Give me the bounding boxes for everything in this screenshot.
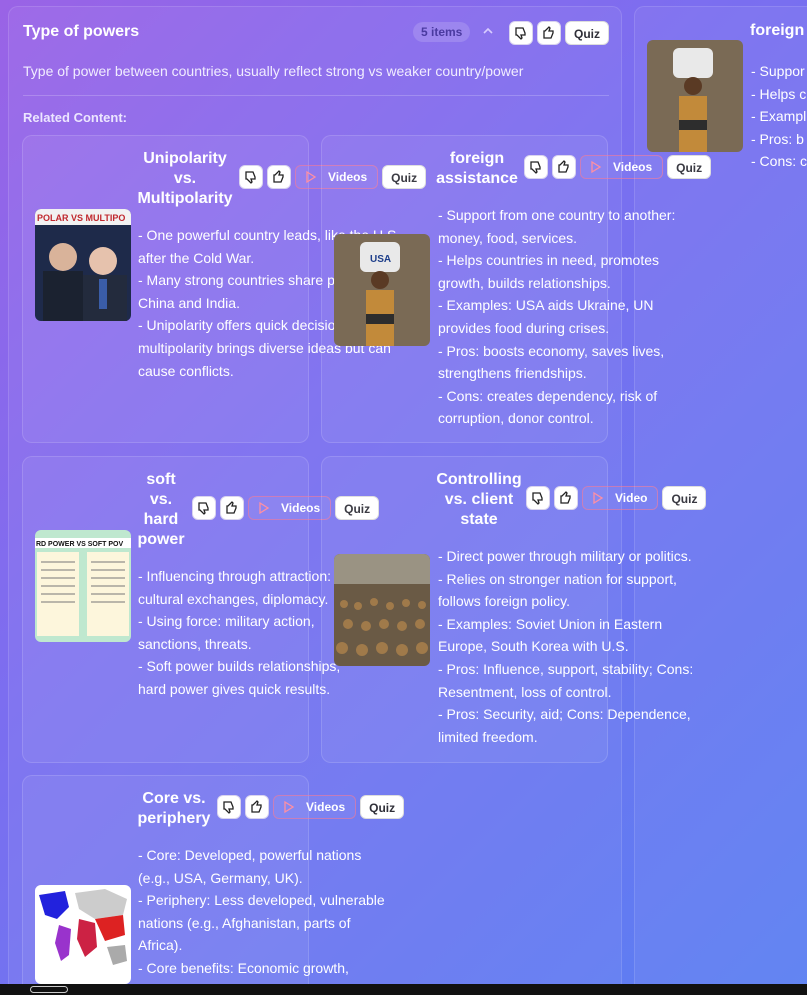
play-icon bbox=[306, 170, 317, 184]
thumbs-up-button[interactable] bbox=[220, 496, 244, 520]
play-icon bbox=[591, 160, 602, 174]
thumbs-down-button[interactable] bbox=[509, 21, 533, 45]
thumbs-up-icon bbox=[251, 800, 262, 813]
thumbs-up-button[interactable] bbox=[537, 21, 561, 45]
side-image bbox=[647, 40, 743, 152]
card-actions: Videos Quiz bbox=[217, 795, 405, 819]
thumbs-up-button[interactable] bbox=[245, 795, 269, 819]
play-icon bbox=[259, 501, 270, 515]
image-caption: USA bbox=[370, 254, 391, 265]
card-image bbox=[35, 885, 131, 984]
thumbs-up-button[interactable] bbox=[554, 486, 578, 510]
thumbs-down-button[interactable] bbox=[239, 165, 263, 189]
scrollbar-thumb[interactable] bbox=[30, 986, 68, 993]
card-title: Core vs. periphery bbox=[137, 790, 211, 827]
card-title: Controlling vs. client state bbox=[436, 471, 522, 528]
thumbs-down-icon bbox=[223, 801, 234, 814]
thumbs-down-icon bbox=[245, 171, 256, 184]
thumbs-up-button[interactable] bbox=[552, 155, 576, 179]
thumbs-down-icon bbox=[530, 161, 541, 174]
thumbs-up-button[interactable] bbox=[267, 165, 291, 189]
thumbs-down-icon bbox=[198, 502, 209, 515]
thumbs-up-icon bbox=[560, 491, 571, 504]
thumbs-down-icon bbox=[515, 27, 526, 40]
card-title: foreign assistance bbox=[436, 150, 518, 187]
thumbs-down-button[interactable] bbox=[526, 486, 550, 510]
card-image: RD POWER VS SOFT POV bbox=[35, 530, 131, 642]
chevron-up-icon[interactable] bbox=[481, 21, 495, 41]
item-count-badge: 5 items bbox=[413, 22, 471, 42]
side-panel-description: - Suppor - Helps c- Exampl - Pros: b- Cons… bbox=[751, 63, 807, 170]
card-title: Unipolarity vs. Multipolarity bbox=[137, 150, 233, 207]
image-caption: RD POWER VS SOFT POV bbox=[36, 541, 123, 548]
thumbs-up-icon bbox=[558, 160, 569, 173]
videos-button[interactable]: Videos bbox=[273, 795, 357, 819]
thumbs-down-button[interactable] bbox=[192, 496, 216, 520]
videos-button[interactable]: Videos bbox=[248, 496, 332, 520]
thumbs-up-icon bbox=[543, 26, 554, 39]
divider bbox=[23, 95, 609, 96]
card-title: soft vs. hard power bbox=[137, 471, 185, 548]
quiz-button[interactable]: Quiz bbox=[360, 795, 405, 819]
side-panel-title: foreign bbox=[750, 22, 805, 39]
card-description: - Core: Developed, powerful nations (e.g.… bbox=[138, 847, 385, 976]
image-caption: POLAR VS MULTIPO bbox=[37, 213, 125, 223]
card-image bbox=[334, 554, 430, 666]
thumbs-up-icon bbox=[273, 170, 284, 183]
panel-description: Type of power between countries, usually… bbox=[23, 63, 524, 79]
card-description: - Influencing through attraction: cultura… bbox=[138, 568, 341, 697]
thumbs-down-button[interactable] bbox=[217, 795, 241, 819]
card-image: POLAR VS MULTIPO bbox=[35, 209, 131, 321]
thumbs-down-icon bbox=[532, 492, 543, 505]
bottom-bar bbox=[0, 984, 807, 995]
related-content-label: Related Content: bbox=[23, 110, 127, 125]
card-image: USA bbox=[334, 234, 430, 346]
panel-actions: Quiz bbox=[509, 21, 609, 45]
thumbs-down-button[interactable] bbox=[524, 155, 548, 179]
play-icon bbox=[593, 491, 604, 505]
thumbs-up-icon bbox=[226, 501, 237, 514]
quiz-button[interactable]: Quiz bbox=[565, 21, 609, 45]
panel-title: Type of powers bbox=[23, 23, 140, 40]
play-icon bbox=[284, 800, 295, 814]
